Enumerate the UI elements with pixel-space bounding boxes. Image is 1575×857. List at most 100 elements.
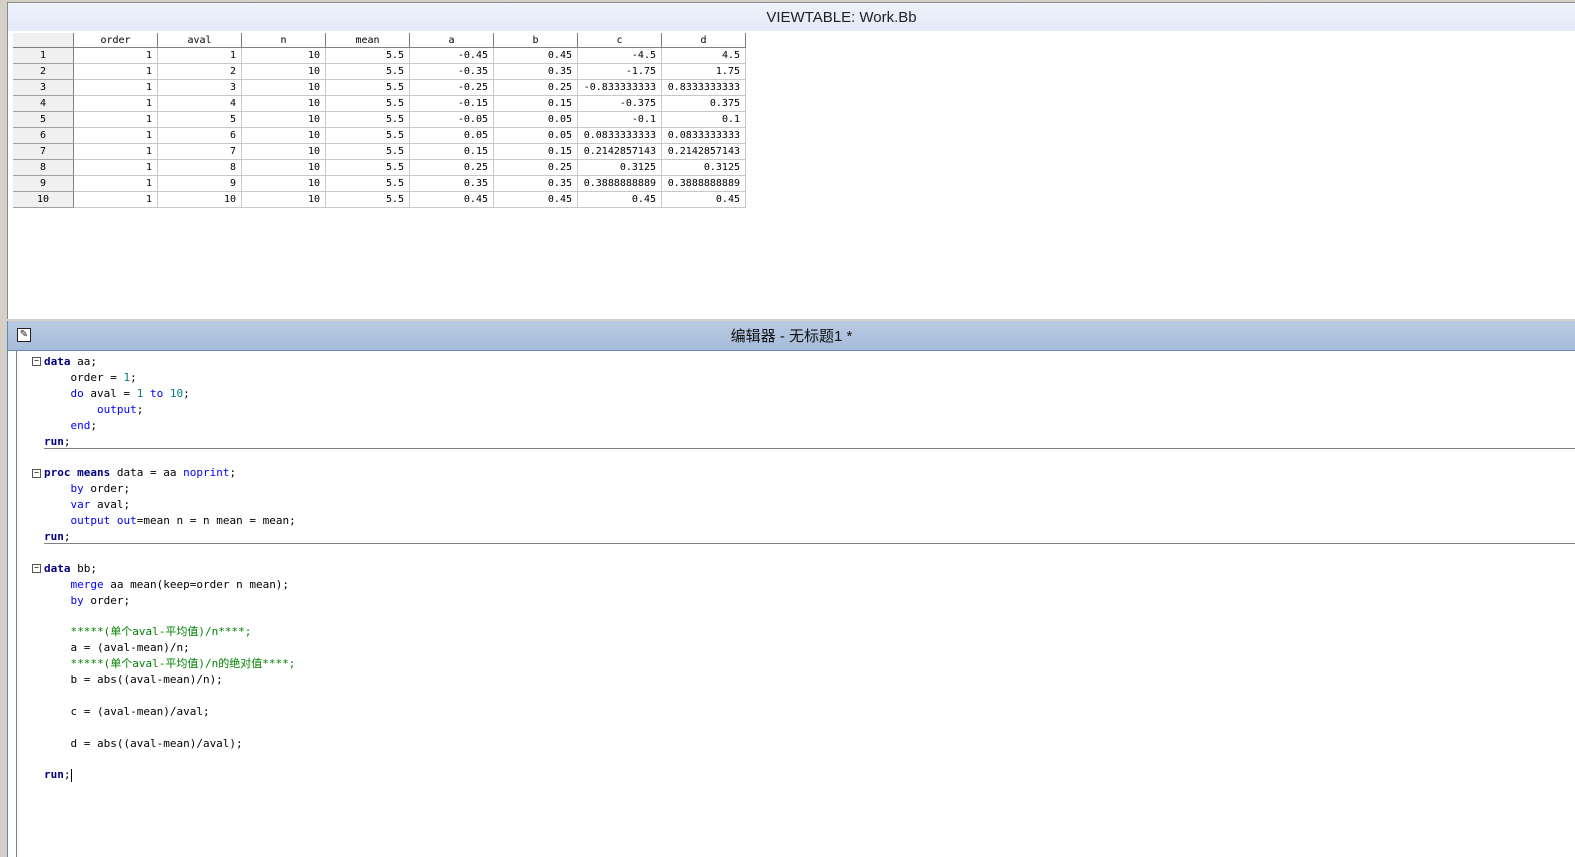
- table-cell-order[interactable]: 1: [73, 111, 158, 128]
- table-cell-order[interactable]: 1: [73, 127, 158, 144]
- code-line[interactable]: output out=mean n = n mean = mean;: [44, 513, 296, 529]
- code-line[interactable]: by order;: [44, 481, 131, 497]
- table-cell-aval[interactable]: 6: [157, 127, 242, 144]
- table-cell-b[interactable]: 0.25: [493, 79, 578, 96]
- table-cell-n[interactable]: 10: [241, 127, 326, 144]
- table-row[interactable]: 3 1 3 10 5.5 -0.25 0.25 -0.833333333 0.833333333…: [13, 79, 746, 96]
- table-cell-d[interactable]: 0.8333333333: [661, 79, 746, 96]
- table-cell-c[interactable]: -0.1: [577, 111, 662, 128]
- code-line[interactable]: do aval = 1 to 10;: [44, 386, 190, 402]
- table-cell-b[interactable]: 0.45: [493, 47, 578, 64]
- table-cell-c[interactable]: -4.5: [577, 47, 662, 64]
- code-line[interactable]: proc means data = aa noprint;: [44, 465, 236, 481]
- table-row[interactable]: 4 1 4 10 5.5 -0.15 0.15 -0.375 0.375: [13, 95, 746, 112]
- code-line[interactable]: var aval;: [44, 497, 131, 513]
- column-header-n[interactable]: n: [241, 33, 326, 48]
- table-cell-mean[interactable]: 5.5: [325, 143, 410, 160]
- code-editor[interactable]: − − − data aa; order = 1; do aval = 1 to…: [16, 351, 1575, 857]
- row-number[interactable]: 6: [13, 127, 74, 144]
- table-cell-b[interactable]: 0.25: [493, 159, 578, 176]
- table-cell-mean[interactable]: 5.5: [325, 111, 410, 128]
- table-cell-n[interactable]: 10: [241, 95, 326, 112]
- code-line[interactable]: output;: [44, 402, 143, 418]
- table-row[interactable]: 6 1 6 10 5.5 0.05 0.05 0.0833333333 0.0833333333: [13, 127, 746, 144]
- table-cell-order[interactable]: 1: [73, 143, 158, 160]
- table-cell-order[interactable]: 1: [73, 47, 158, 64]
- table-cell-a[interactable]: -0.05: [409, 111, 494, 128]
- table-cell-mean[interactable]: 5.5: [325, 175, 410, 192]
- column-header-order[interactable]: order: [73, 33, 158, 48]
- code-line[interactable]: a = (aval-mean)/n;: [44, 640, 189, 656]
- table-cell-c[interactable]: 0.3888888889: [577, 175, 662, 192]
- column-header-mean[interactable]: mean: [325, 33, 410, 48]
- table-cell-aval[interactable]: 8: [157, 159, 242, 176]
- table-cell-mean[interactable]: 5.5: [325, 159, 410, 176]
- code-line[interactable]: data bb;: [44, 561, 97, 577]
- table-cell-b[interactable]: 0.35: [493, 175, 578, 192]
- table-cell-d[interactable]: 0.3888888889: [661, 175, 746, 192]
- table-cell-c[interactable]: -0.375: [577, 95, 662, 112]
- table-cell-mean[interactable]: 5.5: [325, 95, 410, 112]
- table-cell-order[interactable]: 1: [73, 95, 158, 112]
- table-cell-mean[interactable]: 5.5: [325, 47, 410, 64]
- table-cell-c[interactable]: 0.45: [577, 191, 662, 208]
- table-cell-c[interactable]: 0.3125: [577, 159, 662, 176]
- table-cell-order[interactable]: 1: [73, 63, 158, 80]
- table-cell-a[interactable]: -0.15: [409, 95, 494, 112]
- fold-toggle-icon[interactable]: −: [32, 564, 41, 573]
- column-header-d[interactable]: d: [661, 33, 746, 48]
- code-line[interactable]: end;: [44, 418, 98, 434]
- row-number[interactable]: 8: [13, 159, 74, 176]
- table-cell-aval[interactable]: 3: [157, 79, 242, 96]
- table-cell-b[interactable]: 0.15: [493, 143, 578, 160]
- table-cell-a[interactable]: -0.35: [409, 63, 494, 80]
- code-line[interactable]: c = (aval-mean)/aval;: [44, 704, 209, 720]
- table-cell-d[interactable]: 0.0833333333: [661, 127, 746, 144]
- table-cell-a[interactable]: 0.35: [409, 175, 494, 192]
- table-cell-d[interactable]: 0.3125: [661, 159, 746, 176]
- table-cell-order[interactable]: 1: [73, 175, 158, 192]
- table-cell-b[interactable]: 0.35: [493, 63, 578, 80]
- column-header-c[interactable]: c: [577, 33, 662, 48]
- fold-toggle-icon[interactable]: −: [32, 357, 41, 366]
- table-cell-order[interactable]: 1: [73, 191, 158, 208]
- table-cell-a[interactable]: 0.25: [409, 159, 494, 176]
- table-cell-c[interactable]: -1.75: [577, 63, 662, 80]
- table-cell-b[interactable]: 0.05: [493, 111, 578, 128]
- table-cell-d[interactable]: 0.2142857143: [661, 143, 746, 160]
- table-cell-aval[interactable]: 10: [157, 191, 242, 208]
- table-row[interactable]: 5 1 5 10 5.5 -0.05 0.05 -0.1 0.1: [13, 111, 746, 128]
- table-cell-aval[interactable]: 7: [157, 143, 242, 160]
- table-cell-mean[interactable]: 5.5: [325, 63, 410, 80]
- column-header-b[interactable]: b: [493, 33, 578, 48]
- row-number[interactable]: 4: [13, 95, 74, 112]
- table-cell-a[interactable]: -0.25: [409, 79, 494, 96]
- table-row[interactable]: 2 1 2 10 5.5 -0.35 0.35 -1.75 1.75: [13, 63, 746, 80]
- row-number[interactable]: 7: [13, 143, 74, 160]
- table-row[interactable]: 1 1 1 10 5.5 -0.45 0.45 -4.5 4.5: [13, 47, 746, 64]
- table-cell-mean[interactable]: 5.5: [325, 191, 410, 208]
- row-number[interactable]: 2: [13, 63, 74, 80]
- table-cell-d[interactable]: 4.5: [661, 47, 746, 64]
- table-row[interactable]: 8 1 8 10 5.5 0.25 0.25 0.3125 0.3125: [13, 159, 746, 176]
- table-cell-aval[interactable]: 1: [157, 47, 242, 64]
- table-cell-n[interactable]: 10: [241, 63, 326, 80]
- code-line[interactable]: merge aa mean(keep=order n mean);: [44, 577, 290, 593]
- table-cell-n[interactable]: 10: [241, 191, 326, 208]
- code-line[interactable]: run;: [44, 529, 71, 545]
- table-cell-mean[interactable]: 5.5: [325, 79, 410, 96]
- code-line[interactable]: run;: [44, 767, 72, 783]
- table-cell-a[interactable]: 0.05: [409, 127, 494, 144]
- table-cell-aval[interactable]: 2: [157, 63, 242, 80]
- code-line[interactable]: *****(单个aval-平均值)/n的绝对值****;: [44, 656, 295, 672]
- code-line[interactable]: b = abs((aval-mean)/n);: [44, 672, 222, 688]
- table-cell-b[interactable]: 0.45: [493, 191, 578, 208]
- table-cell-n[interactable]: 10: [241, 111, 326, 128]
- table-row[interactable]: 7 1 7 10 5.5 0.15 0.15 0.2142857143 0.2142857143: [13, 143, 746, 160]
- code-line[interactable]: order = 1;: [44, 370, 136, 386]
- table-row[interactable]: 9 1 9 10 5.5 0.35 0.35 0.3888888889 0.3888888889: [13, 175, 746, 192]
- table-cell-order[interactable]: 1: [73, 79, 158, 96]
- table-cell-b[interactable]: 0.15: [493, 95, 578, 112]
- table-cell-b[interactable]: 0.05: [493, 127, 578, 144]
- table-cell-c[interactable]: 0.0833333333: [577, 127, 662, 144]
